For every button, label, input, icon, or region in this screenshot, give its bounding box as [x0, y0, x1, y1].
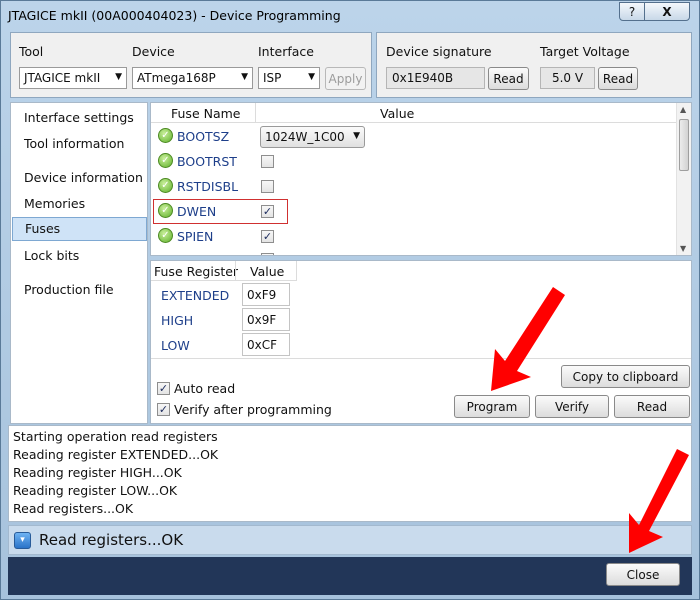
tool-select-value: JTAGICE mkII [24, 71, 101, 85]
chevron-down-icon: ▼ [353, 131, 360, 141]
sidebar: Interface settings Tool information Devi… [10, 102, 148, 424]
log-line: Starting operation read registers [13, 429, 218, 444]
bootrst-checkbox[interactable] [261, 155, 274, 168]
fuse-name-column: Fuse Name [171, 106, 241, 121]
read-signature-button[interactable]: Read [488, 67, 529, 90]
tool-select[interactable]: JTAGICE mkII ▼ [19, 67, 127, 89]
sidebar-item-production-file[interactable]: Production file [12, 278, 147, 302]
window-close-button[interactable]: X [644, 2, 690, 21]
chevron-down-icon: ▼ [241, 72, 248, 82]
fuse-value-column: Value [380, 106, 415, 121]
register-value-extended[interactable]: 0xF9 [242, 283, 290, 306]
column-separator [255, 103, 256, 123]
fuse-register-panel: Fuse Register Value EXTENDED 0xF9 HIGH 0… [150, 260, 692, 424]
close-button[interactable]: Close [606, 563, 680, 586]
connection-group: Tool JTAGICE mkII ▼ Device ATmega168P ▼ … [10, 32, 372, 98]
auto-read-checkbox[interactable]: ✓ [157, 382, 170, 395]
sidebar-item-interface-settings[interactable]: Interface settings [12, 106, 147, 130]
register-column: Fuse Register [154, 264, 239, 279]
help-button[interactable]: ? [619, 2, 645, 21]
apply-button[interactable]: Apply [325, 67, 366, 90]
register-value-column: Value [250, 264, 285, 279]
chevron-down-icon: ▼ [115, 72, 122, 82]
check-circle-icon: ✓ [158, 178, 173, 193]
device-select-value: ATmega168P [137, 71, 216, 85]
sidebar-item-device-information[interactable]: Device information [12, 166, 147, 190]
device-select[interactable]: ATmega168P ▼ [132, 67, 253, 89]
signature-value: 0x1E940B [386, 67, 485, 89]
status-bar: ▾ Read registers...OK [8, 525, 692, 555]
read-voltage-button[interactable]: Read [598, 67, 638, 90]
register-name-low: LOW [161, 338, 190, 353]
sidebar-item-fuses[interactable]: Fuses [12, 217, 147, 241]
scroll-down-icon[interactable]: ▼ [680, 244, 686, 253]
fuse-scrollbar[interactable]: ▲ ▼ [676, 103, 691, 255]
scroll-thumb[interactable] [679, 119, 689, 171]
expand-arrow-icon[interactable]: ▾ [14, 532, 31, 549]
read-registers-button[interactable]: Read [614, 395, 690, 418]
auto-read-label: Auto read [174, 381, 236, 396]
rstdisbl-checkbox[interactable] [261, 180, 274, 193]
register-name-extended: EXTENDED [161, 288, 230, 303]
fuse-row-partial [151, 249, 677, 255]
interface-label: Interface [258, 44, 314, 59]
register-value-high[interactable]: 0x9F [242, 308, 290, 331]
fuse-table: Fuse Name Value ✓ BOOTSZ 1024W_1C00 ▼ ✓ … [150, 102, 692, 256]
verify-after-programming-label: Verify after programming [174, 402, 332, 417]
dialog-footer: Close [8, 557, 692, 595]
fuse-name: SPIEN [177, 229, 214, 244]
title-bar[interactable]: JTAGICE mkII (00A000404023) - Device Pro… [1, 1, 699, 31]
check-circle-icon: ✓ [158, 153, 173, 168]
fuse-name: BOOTSZ [177, 129, 230, 144]
dwen-highlight-annotation [153, 199, 288, 224]
verify-after-programming-checkbox[interactable]: ✓ [157, 403, 170, 416]
fuse-row-spien: ✓ SPIEN ✓ [151, 224, 677, 249]
next-fuse-checkbox[interactable] [261, 253, 274, 255]
register-value-low[interactable]: 0xCF [242, 333, 290, 356]
interface-select-value: ISP [263, 71, 282, 85]
interface-select[interactable]: ISP ▼ [258, 67, 320, 89]
tool-label: Tool [19, 44, 44, 59]
fuse-row-bootrst: ✓ BOOTRST [151, 149, 677, 174]
device-label: Device [132, 44, 175, 59]
check-circle-icon: ✓ [158, 128, 173, 143]
bootsz-select[interactable]: 1024W_1C00 ▼ [260, 126, 365, 148]
check-circle-icon: ✓ [158, 228, 173, 243]
device-programming-window: JTAGICE mkII (00A000404023) - Device Pro… [0, 0, 700, 600]
target-info-group: Device signature 0x1E940B Read Target Vo… [376, 32, 692, 98]
sidebar-item-tool-information[interactable]: Tool information [12, 132, 147, 156]
log-line: Read registers...OK [13, 501, 134, 516]
verify-button[interactable]: Verify [535, 395, 609, 418]
fuse-row-rstdisbl: ✓ RSTDISBL [151, 174, 677, 199]
log-line: Reading register EXTENDED...OK [13, 447, 219, 462]
register-table-header: Fuse Register Value [151, 261, 297, 281]
log-line: Reading register LOW...OK [13, 483, 178, 498]
copy-to-clipboard-button[interactable]: Copy to clipboard [561, 365, 690, 388]
voltage-value: 5.0 V [540, 67, 595, 89]
output-log: Starting operation read registers Readin… [8, 425, 692, 522]
sidebar-item-memories[interactable]: Memories [12, 192, 147, 216]
scroll-up-icon[interactable]: ▲ [680, 105, 686, 114]
voltage-label: Target Voltage [540, 44, 630, 59]
log-line: Reading register HIGH...OK [13, 465, 182, 480]
sidebar-item-lock-bits[interactable]: Lock bits [12, 244, 147, 268]
bootsz-select-value: 1024W_1C00 [265, 130, 345, 144]
column-separator [235, 261, 236, 281]
fuse-table-header: Fuse Name Value [151, 103, 677, 123]
register-divider [151, 358, 691, 359]
program-button[interactable]: Program [454, 395, 530, 418]
status-text: Read registers...OK [39, 531, 184, 549]
signature-label: Device signature [386, 44, 492, 59]
register-name-high: HIGH [161, 313, 194, 328]
window-title: JTAGICE mkII (00A000404023) - Device Pro… [8, 8, 341, 23]
spien-checkbox[interactable]: ✓ [261, 230, 274, 243]
chevron-down-icon: ▼ [308, 72, 315, 82]
fuse-row-bootsz: ✓ BOOTSZ 1024W_1C00 ▼ [151, 124, 677, 149]
fuse-name: BOOTRST [177, 154, 237, 169]
fuse-name: RSTDISBL [177, 179, 239, 194]
